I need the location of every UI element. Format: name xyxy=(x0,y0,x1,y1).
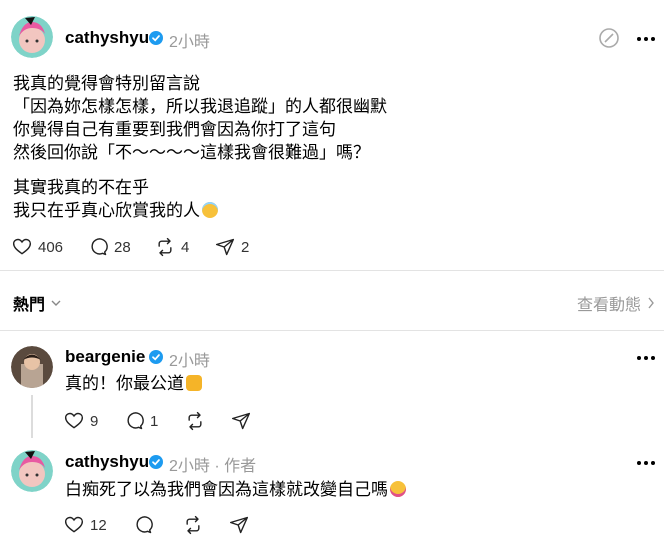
reply1-like-count: 9 xyxy=(90,412,99,430)
reply2-username[interactable]: cathyshyu xyxy=(65,452,149,472)
post-body: 我真的覺得會特別留言說 「因為妳怎樣怎樣，所以我退追蹤」的人都很幽默 你覺得自己… xyxy=(13,72,387,222)
reply2-like-button[interactable]: 12 xyxy=(64,515,107,535)
chevron-right-icon xyxy=(648,297,654,309)
reply1-like-button[interactable]: 9 xyxy=(64,411,98,431)
post-repost-count: 4 xyxy=(181,238,190,256)
post-line-6: 我只在乎真心欣賞我的人 xyxy=(13,199,387,222)
heart-icon xyxy=(64,516,84,533)
post-comment-count: 28 xyxy=(114,238,131,256)
reply1-comment-count: 1 xyxy=(150,412,159,430)
post-line-2: 「因為妳怎樣怎樣，所以我退追蹤」的人都很幽默 xyxy=(13,97,387,116)
post-repost-button[interactable]: 4 xyxy=(155,237,189,257)
post-time[interactable]: 2小時 xyxy=(169,28,210,52)
thread-line xyxy=(31,395,33,438)
post-line-4: 然後回你說「不～～～～這樣我會很難過」嗎？ xyxy=(13,143,370,162)
reply1-share-button[interactable] xyxy=(231,411,251,431)
reply2-body: 白痴死了以為我們會因為這樣就改變自己嗎 xyxy=(65,478,406,501)
post-username[interactable]: cathyshyu xyxy=(65,28,149,48)
repost-icon xyxy=(186,515,200,535)
divider xyxy=(0,330,664,331)
reply2-comment-button[interactable] xyxy=(133,515,153,535)
divider xyxy=(0,270,664,271)
more-icon[interactable] xyxy=(637,356,655,360)
laughing-emoji-icon xyxy=(390,481,406,497)
thumbs-up-emoji-icon xyxy=(186,375,202,391)
more-icon[interactable] xyxy=(637,37,655,41)
avatar-cathyshyu[interactable] xyxy=(11,16,53,58)
reply1-body: 真的！你最公道 xyxy=(65,372,202,395)
view-activity-link[interactable]: 查看動態 xyxy=(577,291,655,315)
comment-icon xyxy=(91,238,108,256)
post-line-3: 你覺得自己有重要到我們會因為你打了這句 xyxy=(13,120,336,139)
reply1-time[interactable]: 2小時 xyxy=(169,347,210,371)
reply2-time[interactable]: 2小時 · 作者 xyxy=(169,452,256,476)
chevron-down-icon xyxy=(51,300,61,306)
comment-icon xyxy=(136,516,153,534)
sort-dropdown[interactable]: 熱門 xyxy=(13,291,61,315)
post-like-count: 406 xyxy=(38,238,64,256)
share-icon xyxy=(215,238,235,256)
author-tag: · 作者 xyxy=(214,458,257,475)
reply2-like-count: 12 xyxy=(90,516,107,534)
share-icon xyxy=(229,516,249,534)
avatar-cathyshyu[interactable] xyxy=(11,450,53,492)
post-comment-button[interactable]: 28 xyxy=(88,237,131,257)
verified-icon xyxy=(149,31,163,45)
verified-icon xyxy=(149,455,163,469)
post-line-5: 其實我真的不在乎 xyxy=(13,178,149,197)
more-icon[interactable] xyxy=(637,461,655,465)
view-activity-label: 查看動態 xyxy=(577,297,642,314)
post-share-button[interactable]: 2 xyxy=(215,237,249,257)
avatar-beargenie[interactable] xyxy=(11,346,53,388)
heart-icon xyxy=(64,412,84,429)
sort-label: 熱門 xyxy=(13,297,46,314)
post-line-1: 我真的覺得會特別留言說 xyxy=(13,74,200,93)
heart-icon xyxy=(12,238,32,255)
comment-icon xyxy=(127,412,144,430)
share-icon xyxy=(231,412,251,430)
reply1-username[interactable]: beargenie xyxy=(65,347,145,367)
post-share-count: 2 xyxy=(241,238,250,256)
reply1-repost-button[interactable] xyxy=(185,411,205,431)
repost-icon xyxy=(188,411,202,431)
verified-icon xyxy=(149,350,163,364)
angel-emoji-icon xyxy=(202,202,218,218)
post-like-button[interactable]: 406 xyxy=(12,237,63,257)
repost-icon xyxy=(158,237,172,257)
reply1-comment-button[interactable]: 1 xyxy=(124,411,158,431)
ai-tag-icon[interactable] xyxy=(598,27,620,49)
reply2-share-button[interactable] xyxy=(229,515,249,535)
reply2-repost-button[interactable] xyxy=(183,515,203,535)
